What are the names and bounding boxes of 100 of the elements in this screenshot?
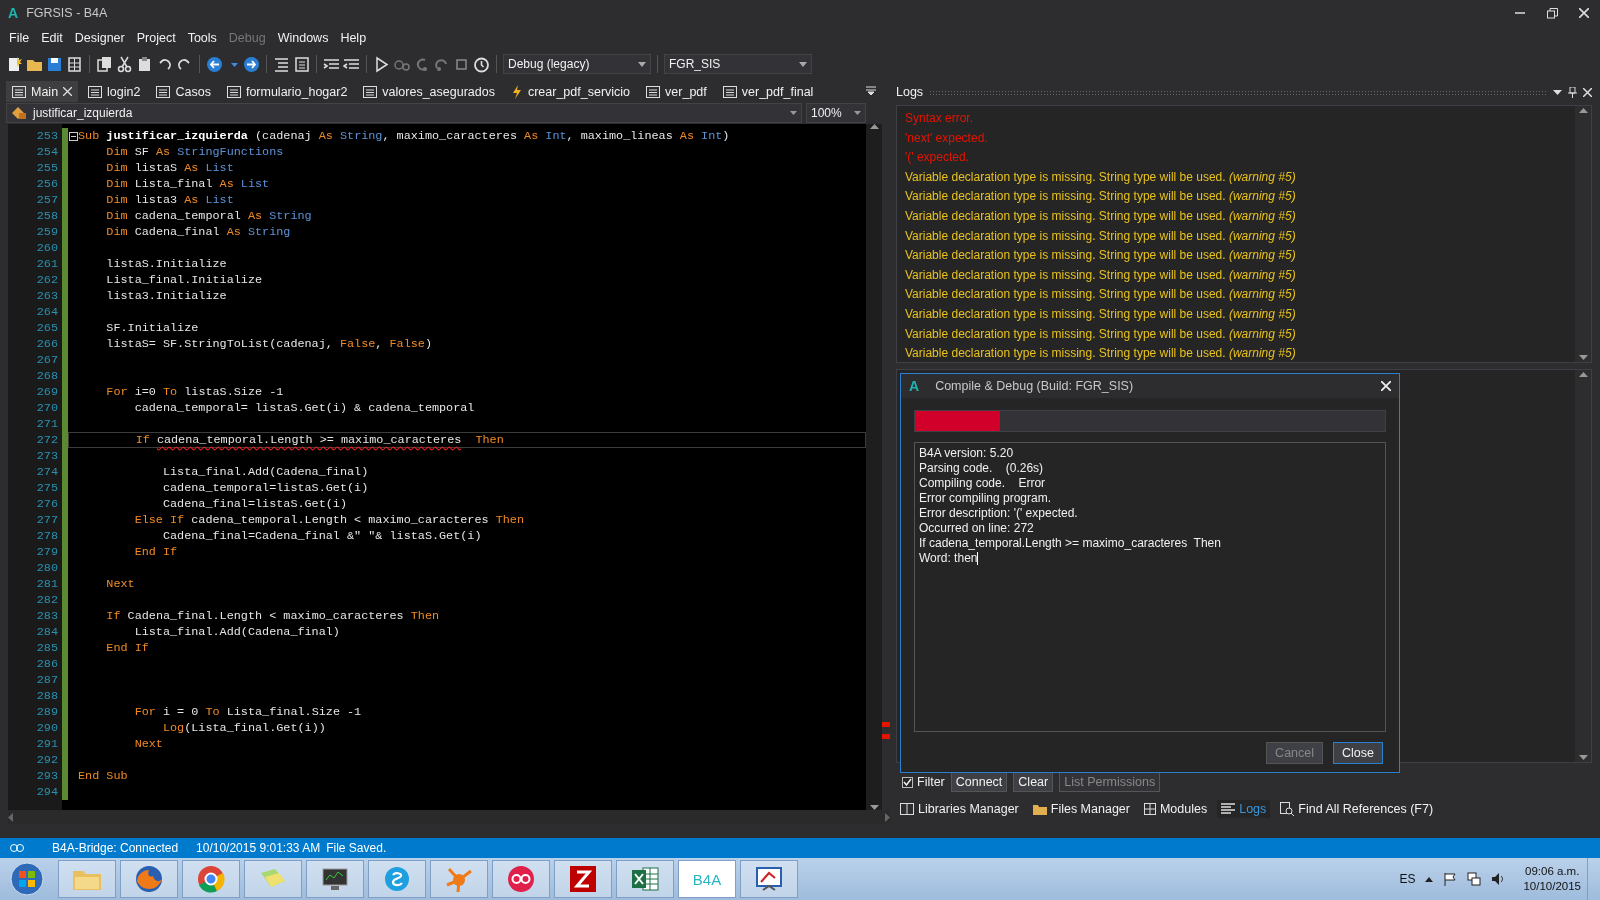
horizontal-scrollbar[interactable]: [8, 810, 890, 824]
forward-icon[interactable]: [243, 55, 260, 73]
line-number: 291: [35, 736, 59, 752]
code-line: Lista_final.Add(Cadena_final): [133, 624, 340, 640]
paste-icon[interactable]: [136, 55, 153, 73]
output-line: Occurred on line: 272: [919, 521, 1034, 536]
output-line: B4A version: 5.20: [919, 446, 1014, 461]
taskbar-button[interactable]: [492, 860, 550, 898]
editor-tab[interactable]: Casos: [150, 81, 217, 102]
panel-tab[interactable]: Logs: [1217, 800, 1271, 818]
log-entry: Variable declaration type is missing. String type will be used. (warning #5): [905, 247, 1297, 265]
sub-dropdown[interactable]: justificar_izquierda: [6, 103, 802, 123]
grid-icon: [1143, 803, 1156, 815]
panel-tab[interactable]: Files Manager: [1028, 800, 1134, 818]
editor-tab[interactable]: valores_asegurados: [357, 81, 501, 102]
tab-list-icon[interactable]: [866, 85, 876, 95]
menu-item[interactable]: File: [4, 28, 35, 48]
log-entry: Variable declaration type is missing. String type will be used. (warning #5): [905, 286, 1297, 304]
scroll-up-icon: [869, 124, 879, 129]
collapse-icon[interactable]: [68, 131, 78, 141]
speaker-icon[interactable]: [1491, 872, 1506, 886]
grid-icon[interactable]: [66, 55, 83, 73]
panel-tab[interactable]: Libraries Manager: [896, 800, 1023, 818]
editor-tab[interactable]: ver_pdf: [640, 81, 713, 102]
code-line: Dim Cadena_final As String: [105, 224, 291, 240]
menu-item[interactable]: Edit: [36, 28, 68, 48]
copy-icon[interactable]: [96, 55, 113, 73]
editor-tab[interactable]: Main: [6, 81, 79, 102]
lightning-icon: [510, 84, 523, 99]
menu-item[interactable]: Designer: [69, 28, 130, 48]
tray-arrow-icon[interactable]: [1425, 876, 1434, 882]
caret-icon: [854, 111, 861, 115]
line-number: 282: [35, 592, 59, 608]
scissors-icon[interactable]: [116, 55, 133, 73]
flag-icon[interactable]: [1443, 872, 1458, 886]
check-icon: [903, 778, 912, 786]
editor-tab[interactable]: login2: [82, 81, 147, 102]
zoom-dropdown[interactable]: 100%: [806, 103, 866, 123]
dialog-button[interactable]: Close: [1333, 742, 1383, 764]
line-number: 272: [35, 432, 59, 448]
output-line: Parsing code. (0.26s): [919, 461, 1044, 476]
build-mode-dropdown[interactable]: Debug (legacy): [503, 54, 651, 74]
line-number: 287: [35, 672, 59, 688]
comment-icon[interactable]: [273, 55, 290, 73]
menu-item[interactable]: Windows: [272, 28, 334, 48]
close-icon[interactable]: [63, 87, 73, 96]
network-icon[interactable]: [1467, 872, 1482, 886]
language-indicator[interactable]: ES: [1399, 872, 1416, 886]
line-number: 269: [35, 384, 59, 400]
code-line: Sub justificar_izquierda (cadenaj As String, maximo_caracteres As Int, maximo_lineas As Int): [78, 128, 730, 144]
close-icon[interactable]: [1381, 381, 1391, 391]
editor-tab[interactable]: ver_pdf_final: [716, 81, 820, 102]
code-line: End Sub: [78, 768, 128, 784]
pin-icon[interactable]: [1568, 86, 1577, 98]
log-entry: Syntax error.: [905, 110, 975, 127]
taskbar-button[interactable]: [554, 860, 612, 898]
code-line: listaS= SF.StringToList(cadenaj, False, False): [105, 336, 432, 352]
menu-item[interactable]: Help: [335, 28, 372, 48]
line-number: 274: [35, 464, 59, 480]
caret-icon[interactable]: [1553, 89, 1562, 95]
vertical-scrollbar[interactable]: [866, 124, 882, 810]
back-icon[interactable]: [206, 55, 223, 73]
error-marker[interactable]: [882, 734, 890, 739]
taskbar-button[interactable]: [616, 860, 674, 898]
new-file-icon[interactable]: [6, 55, 23, 73]
panel-tab[interactable]: Modules: [1139, 800, 1212, 818]
menu-item[interactable]: Tools: [182, 28, 222, 48]
clock[interactable]: 09:06 a.m. 10/10/2015: [1523, 864, 1581, 894]
vertical-scrollbar[interactable]: [1575, 106, 1591, 362]
play-icon[interactable]: [373, 55, 390, 73]
scroll-left-icon: [8, 812, 13, 822]
close-icon: [1579, 8, 1589, 18]
vertical-scrollbar[interactable]: [1575, 370, 1591, 762]
window-title: FGRSIS - B4A: [26, 6, 108, 20]
filter-checkbox[interactable]: Filter: [902, 775, 945, 789]
menu-item[interactable]: Project: [131, 28, 181, 48]
code-line: Next: [133, 736, 163, 752]
editor-tab[interactable]: formulario_hogar2: [220, 81, 354, 102]
scroll-up-icon: [1578, 372, 1588, 377]
log-button[interactable]: Clear: [1013, 772, 1054, 792]
log-button[interactable]: Connect: [950, 772, 1008, 792]
taskbar-button[interactable]: [740, 860, 798, 898]
close-icon[interactable]: [1583, 87, 1592, 97]
line-number: 254: [35, 144, 59, 160]
panel-tab[interactable]: Find All References (F7): [1276, 800, 1438, 818]
status-message: File Saved.: [326, 841, 387, 855]
restart-icon[interactable]: [473, 55, 490, 73]
code-line: cadena_temporal= listaS.Get(i) & cadena_temporal: [133, 400, 475, 416]
uncomment-icon[interactable]: [293, 55, 310, 73]
dialog-title: Compile & Debug (Build: FGR_SIS): [935, 379, 1134, 393]
taskbar-button[interactable]: [306, 860, 364, 898]
scroll-right-icon: [885, 812, 890, 822]
line-number: 294: [35, 784, 59, 800]
editor-tab[interactable]: crear_pdf_servicio: [504, 81, 637, 102]
build-config-dropdown[interactable]: FGR_SIS: [664, 54, 812, 74]
save-icon[interactable]: [46, 55, 63, 73]
output-box[interactable]: [914, 442, 1386, 732]
code-line: Lista_final.Initialize: [105, 272, 263, 288]
taskbar-button[interactable]: [120, 860, 178, 898]
error-marker[interactable]: [882, 722, 890, 727]
